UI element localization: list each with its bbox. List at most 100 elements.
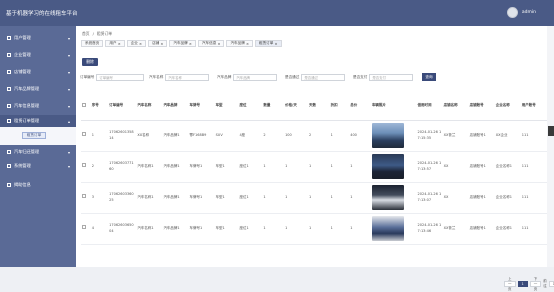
column-header: 座位 — [238, 92, 263, 121]
table-cell: 1 — [308, 163, 312, 168]
tab-car-info[interactable]: 汽车信息 × — [197, 40, 225, 47]
table-cell: 1 — [285, 194, 288, 199]
row-select-cell[interactable] — [81, 151, 91, 182]
sidebar-item-user[interactable]: 用户管理 ▾ — [0, 32, 76, 44]
car-photo-cell — [371, 120, 417, 151]
row-select-cell[interactable] — [81, 120, 91, 151]
table-cell: 店铺账号1 — [469, 194, 486, 199]
column-header: 车型 — [214, 92, 239, 121]
column-header: 天数 — [307, 92, 330, 121]
table-cell: 1 — [91, 132, 94, 137]
column-header: 订单编号 — [108, 92, 137, 121]
table-cell: 2024-01-26 17:15:35 — [417, 130, 442, 140]
chevron-down-icon: ▾ — [67, 86, 70, 92]
tab-brand-2[interactable]: 汽车品牌 × — [226, 40, 253, 47]
select-all-cell[interactable] — [81, 92, 91, 121]
sidebar-item-label: 汽车品牌管理 — [14, 86, 40, 91]
app-title: 基于机器学习的在线租车平台 — [6, 11, 78, 17]
table-row[interactable]: 1 1706260135814 XX名称 汽车品牌1 鄂F168B9 SUV 4… — [81, 120, 547, 151]
row-select-cell[interactable] — [81, 213, 91, 244]
table-cell: 1706260135814 — [109, 130, 134, 140]
column-header: 店铺名称 — [442, 92, 469, 121]
main-content: 首页 / 租赁订单 系统首页 用户 × 企业 × 店铺 × 汽车品牌 × 汽车信… — [76, 26, 554, 291]
approved-select[interactable]: 是否通过 — [301, 74, 346, 81]
paid-select[interactable]: 是否支付 — [369, 74, 414, 81]
page-number-1[interactable]: 1 — [517, 281, 528, 287]
next-page-button[interactable]: 下一页 — [529, 277, 542, 291]
tab-label: 企业 — [130, 41, 138, 45]
sidebar-item-car-return[interactable]: 汽车归还管理 ▾ — [0, 146, 76, 158]
tab-company[interactable]: 企业 × — [126, 40, 147, 47]
table-cell: 1 — [350, 225, 353, 230]
sidebar-item-shop[interactable]: 店铺管理 ▾ — [0, 66, 76, 78]
table-cell: 2 — [263, 132, 266, 137]
row-checkbox[interactable] — [82, 163, 86, 168]
sidebar-item-company[interactable]: 企业管理 ▾ — [0, 49, 76, 61]
tab-brand[interactable]: 汽车品牌 × — [169, 40, 196, 47]
car-photo[interactable] — [371, 154, 404, 179]
delete-button[interactable]: 删除 — [82, 58, 98, 66]
table-cell: XX鲁兰 — [443, 225, 456, 230]
search-button[interactable]: 查询 — [422, 73, 436, 81]
table-cell: XX — [443, 163, 449, 168]
table-cell: 400 — [350, 132, 357, 137]
table-cell: 111 — [521, 132, 529, 137]
filter-label: 是否通过 — [285, 75, 300, 79]
sidebar-item-label: 汽车信息管理 — [14, 103, 40, 108]
table-row[interactable]: 3 1706260336025 汽车名称1 汽车品牌1 车牌号1 车型1 座位1… — [81, 182, 547, 213]
column-header: 车辆照片 — [370, 92, 417, 121]
table-cell: XX鲁兰 — [443, 132, 456, 137]
table-cell: 2 — [308, 132, 312, 137]
table-cell: 车牌号1 — [189, 163, 203, 168]
sidebar-item-car-info[interactable]: 汽车信息管理 ▾ — [0, 100, 76, 112]
chevron-down-icon: ▾ — [67, 52, 70, 58]
table-cell: 111 — [521, 225, 529, 230]
side-collapse-handle[interactable] — [548, 126, 554, 136]
row-checkbox[interactable] — [82, 225, 86, 230]
tab-bar: 系统首页 用户 × 企业 × 店铺 × 汽车品牌 × 汽车信息 × 汽车品牌 ×… — [81, 40, 282, 47]
table-cell: 企业名称1 — [495, 194, 512, 199]
table-cell: SUV — [215, 132, 223, 137]
breadcrumb-separator: / — [92, 31, 94, 36]
row-checkbox[interactable] — [82, 132, 86, 137]
column-header: 序号 — [90, 92, 109, 121]
car-photo[interactable] — [371, 123, 404, 148]
table-cell: 1 — [330, 194, 333, 199]
order-no-input[interactable]: 订单编号 — [96, 74, 145, 81]
select-all-checkbox[interactable] — [82, 102, 86, 107]
top-bar: 基于机器学习的在线租车平台 admin — [0, 0, 554, 26]
car-brand-input[interactable]: 汽车品牌 — [233, 74, 278, 81]
row-checkbox[interactable] — [82, 194, 86, 199]
breadcrumb: 首页 / 租赁订单 — [82, 31, 112, 37]
sidebar-item-system[interactable]: 系统管理 ▾ — [0, 160, 76, 172]
table-cell: 企业名称1 — [495, 225, 512, 230]
tab-user[interactable]: 用户 × — [105, 40, 125, 47]
car-photo[interactable] — [371, 216, 404, 241]
sidebar-item-label: 租赁订单管理 — [14, 118, 40, 123]
prev-page-button[interactable]: 上一页 — [504, 277, 516, 291]
car-photo[interactable] — [371, 185, 404, 210]
sidebar-item-brand[interactable]: 汽车品牌管理 ▾ — [0, 83, 76, 95]
tab-shop[interactable]: 店铺 × — [148, 40, 168, 47]
table-cell: 111 — [521, 163, 529, 168]
breadcrumb-home[interactable]: 首页 — [82, 31, 90, 37]
sidebar-item-label: 系统管理 — [14, 163, 31, 168]
user-menu[interactable]: admin — [506, 7, 536, 18]
table-cell: 汽车品牌1 — [163, 194, 180, 199]
tab-home[interactable]: 系统首页 — [81, 40, 104, 47]
filter-approved: 是否通过 是否通过 — [285, 74, 346, 81]
column-header: 价格/天 — [284, 92, 308, 121]
avatar[interactable] — [506, 7, 518, 18]
tab-rental-order[interactable]: 租赁订单 × — [255, 40, 282, 47]
sidebar-item-help[interactable]: 揭助信息 — [0, 179, 76, 191]
table-row[interactable]: 2 1706260377160 汽车名称1 汽车品牌1 车牌号1 车型1 座位1… — [81, 151, 547, 182]
sidebar-subitem-rental-order[interactable]: 租赁订单 — [22, 132, 46, 139]
column-header: 店铺账号 — [468, 92, 495, 121]
car-name-input[interactable]: 汽车名称 — [165, 74, 210, 81]
table-row[interactable]: 4 1706260365004 汽车名称1 汽车品牌1 车牌号1 车型1 座位1… — [81, 213, 547, 244]
row-select-cell[interactable] — [81, 182, 91, 213]
goto-page-input[interactable]: 1 — [548, 281, 554, 287]
column-header: 数量 — [262, 92, 285, 121]
sidebar-item-label: 店铺管理 — [14, 69, 31, 74]
sidebar-item-rental-order[interactable]: 租赁订单管理 ▴ — [0, 115, 76, 127]
